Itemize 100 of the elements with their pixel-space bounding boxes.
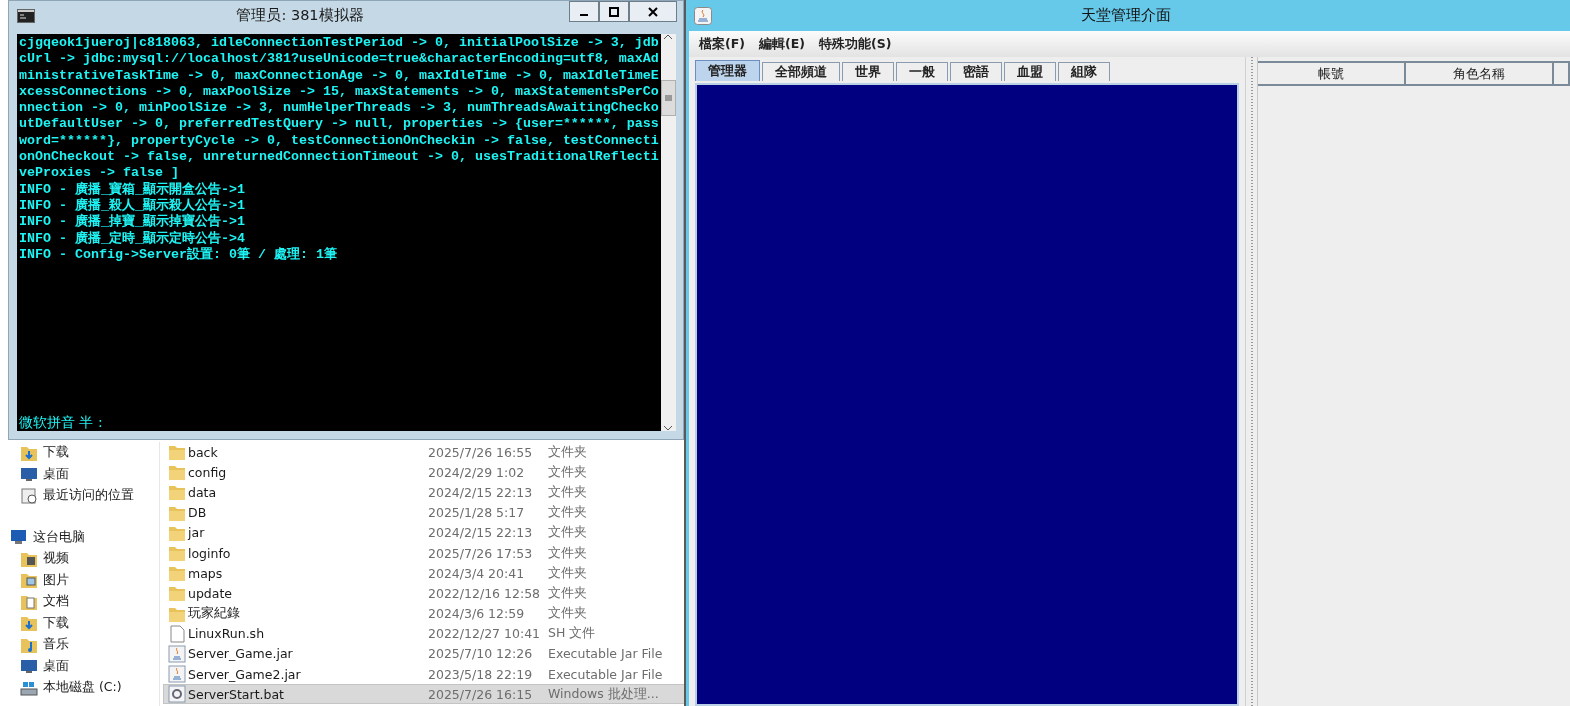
computer-icon bbox=[10, 528, 28, 547]
console-line: veProxies -> false ] bbox=[19, 165, 180, 181]
folder-icon bbox=[168, 544, 186, 563]
console-line: INFO - 廣播_殺人_顯示殺人公告->1 bbox=[19, 197, 246, 213]
file-date: 2023/5/18 22:19 bbox=[428, 666, 534, 682]
file-date: 2024/2/15 22:13 bbox=[428, 525, 534, 541]
java-file-icon bbox=[168, 644, 186, 663]
file-date: 2025/7/10 12:26 bbox=[428, 646, 534, 662]
file-name: LinuxRun.sh bbox=[188, 626, 266, 642]
file-row[interactable]: LinuxRun.sh 2022/12/27 10:41 SH 文件 bbox=[163, 623, 684, 644]
window-title: 管理员: 381模拟器 bbox=[235, 6, 365, 25]
file-row[interactable]: jar 2024/2/15 22:13 文件夹 bbox=[163, 522, 684, 543]
file-name: Server_Game.jar bbox=[188, 646, 294, 662]
sidebar-item[interactable]: 视频 bbox=[0, 548, 159, 570]
folder-icon bbox=[168, 584, 186, 603]
file-date: 2022/12/16 12:58 bbox=[428, 585, 542, 601]
scrollbar[interactable] bbox=[660, 34, 676, 431]
console-line: nnection -> 0, minPoolSize -> 3, numHelperThreads -> 3, numThreadsAwaitingChecko bbox=[19, 100, 659, 117]
console-line: ministrativeTaskTime -> 0, maxConnectionAge -> 0, maxIdleTime -> 0, maxIdleTimeE bbox=[19, 67, 659, 84]
minimize-button[interactable] bbox=[569, 1, 599, 22]
file-row[interactable]: update 2022/12/16 12:58 文件夹 bbox=[163, 583, 684, 604]
picture-folder-icon bbox=[20, 571, 38, 590]
file-name: jar bbox=[188, 525, 206, 541]
sidebar-item[interactable]: 图片 bbox=[0, 569, 159, 591]
monitor-icon bbox=[20, 465, 38, 484]
sidebar-item[interactable]: 最近访问的位置 bbox=[0, 485, 159, 507]
file-row[interactable]: ServerStart.bat 2025/7/26 16:15 Windows 批处理... bbox=[163, 684, 684, 705]
file-type: 文件夹 bbox=[548, 524, 588, 542]
file-type: 文件夹 bbox=[548, 544, 588, 562]
file-type: Executable Jar File bbox=[548, 646, 664, 662]
console-line: INFO - 廣播_掉寶_顯示掉寶公告->1 bbox=[19, 214, 246, 230]
console-line: INFO - Config->Server設置: 0筆 / 處理: 1筆 bbox=[19, 246, 338, 264]
file-row[interactable]: Server_Game2.jar 2023/5/18 22:19 Executable Jar File bbox=[163, 664, 684, 685]
file-name: 玩家紀錄 bbox=[188, 605, 241, 623]
file-type: Executable Jar File bbox=[548, 666, 664, 682]
file-type: SH 文件 bbox=[548, 625, 597, 643]
sidebar-item[interactable]: 下载 bbox=[0, 612, 159, 634]
file-row[interactable]: Server_Game.jar 2025/7/10 12:26 Executable Jar File bbox=[163, 643, 684, 665]
console-line: INFO - 廣播_定時_顯示定時公告->4 bbox=[19, 230, 246, 247]
sidebar-item[interactable]: 桌面 bbox=[0, 655, 159, 677]
maximize-button[interactable] bbox=[599, 1, 629, 22]
file-date: 2024/2/15 22:13 bbox=[428, 484, 534, 500]
file-row[interactable]: 玩家紀錄 2024/3/6 12:59 文件夹 bbox=[163, 603, 684, 624]
console-line: cUrl -> jdbc:mysql://localhost/381?useUnicode=true&characterEncoding=utf8, maxAd bbox=[19, 51, 659, 68]
monitor-icon bbox=[20, 657, 38, 676]
file-date: 2025/7/26 17:53 bbox=[428, 545, 534, 561]
java-icon bbox=[694, 6, 712, 25]
file-type: 文件夹 bbox=[548, 584, 588, 602]
file-name: data bbox=[188, 484, 218, 500]
file-name: config bbox=[188, 464, 228, 480]
file-row[interactable]: back 2025/7/26 16:55 文件夹 bbox=[163, 442, 684, 463]
file-row[interactable]: maps 2024/3/4 20:41 文件夹 bbox=[163, 563, 684, 584]
ime-status: 微软拼音 半 : bbox=[19, 413, 104, 430]
file-date: 2024/2/29 1:02 bbox=[428, 464, 526, 480]
tab[interactable]: 全部頻道 bbox=[762, 62, 840, 81]
minimize-icon bbox=[580, 14, 588, 16]
sidebar-item[interactable]: 桌面 bbox=[0, 463, 159, 485]
sidebar-item[interactable]: 本地磁盘 (C:) bbox=[0, 677, 159, 699]
file-date: 2022/12/27 10:41 bbox=[428, 626, 542, 642]
file-date: 2024/3/4 20:41 bbox=[428, 565, 526, 581]
tab[interactable]: 組隊 bbox=[1058, 62, 1110, 81]
sidebar-item[interactable]: 文档 bbox=[0, 591, 159, 613]
tab[interactable]: 管理器 bbox=[695, 60, 760, 81]
close-icon bbox=[648, 6, 658, 17]
file-name: DB bbox=[188, 505, 208, 521]
document-icon bbox=[168, 624, 186, 643]
menu-item[interactable]: 特殊功能(S) bbox=[818, 35, 892, 53]
sidebar-item[interactable]: 音乐 bbox=[0, 634, 159, 656]
menu-item[interactable]: 編輯(E) bbox=[758, 35, 805, 53]
close-button[interactable] bbox=[629, 1, 677, 22]
column-header[interactable]: 角色名稱 bbox=[1406, 63, 1554, 84]
file-row[interactable]: loginfo 2025/7/26 17:53 文件夹 bbox=[163, 542, 684, 564]
file-row[interactable]: config 2024/2/29 1:02 文件夹 bbox=[163, 462, 684, 483]
maximize-icon bbox=[609, 6, 619, 17]
tab[interactable]: 密語 bbox=[950, 62, 1002, 81]
folder-icon bbox=[168, 443, 186, 462]
window-title: 天堂管理介面 bbox=[1080, 6, 1172, 25]
file-type: 文件夹 bbox=[548, 443, 588, 461]
file-name: back bbox=[188, 444, 219, 460]
sidebar-item[interactable]: 下载 bbox=[0, 442, 159, 464]
console-line: xcessConnections -> 0, maxPoolSize -> 15, maxStatements -> 0, maxStatementsPerCo bbox=[19, 83, 659, 101]
tab[interactable]: 血盟 bbox=[1004, 62, 1056, 81]
scroll-up-icon bbox=[663, 34, 674, 40]
file-name: loginfo bbox=[188, 545, 232, 561]
file-type: 文件夹 bbox=[548, 564, 588, 582]
file-name: Server_Game2.jar bbox=[188, 666, 302, 682]
file-type: Windows 批处理... bbox=[548, 685, 660, 703]
sidebar-item[interactable]: 这台电脑 bbox=[0, 526, 159, 548]
file-name: ServerStart.bat bbox=[188, 686, 285, 702]
tab[interactable]: 一般 bbox=[896, 62, 948, 81]
tab[interactable]: 世界 bbox=[842, 62, 894, 81]
grip-icon bbox=[664, 94, 672, 101]
console-icon bbox=[17, 8, 35, 23]
console-line: word=******}, propertyCycle -> 0, testConnectionOnCheckin -> false, testConnecti bbox=[19, 132, 659, 150]
column-header[interactable]: 帳號 bbox=[1258, 63, 1406, 84]
menu-item[interactable]: 檔案(F) bbox=[699, 35, 745, 53]
folder-icon bbox=[168, 564, 186, 583]
file-row[interactable]: data 2024/2/15 22:13 文件夹 bbox=[163, 482, 684, 503]
file-row[interactable]: DB 2025/1/28 5:17 文件夹 bbox=[163, 502, 684, 523]
file-type: 文件夹 bbox=[548, 605, 588, 623]
